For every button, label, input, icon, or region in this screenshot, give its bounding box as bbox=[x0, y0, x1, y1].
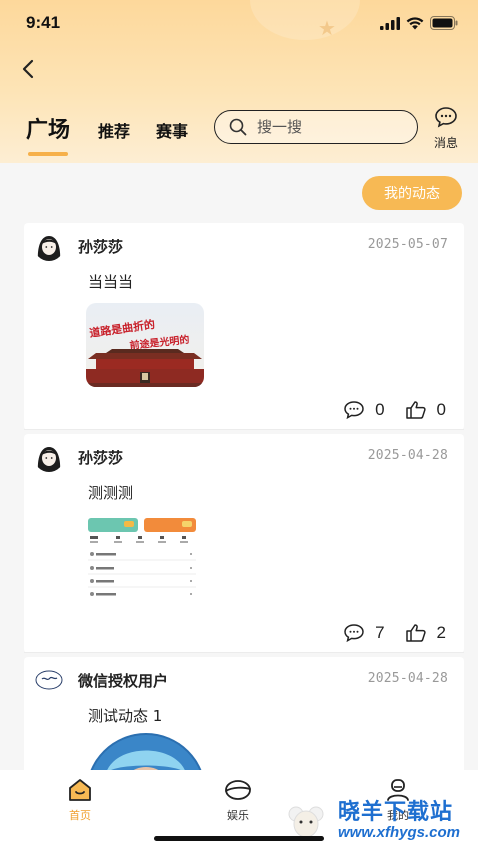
comment-count: 7 bbox=[375, 623, 385, 642]
messages-label: 消息 bbox=[433, 136, 458, 150]
tab-plaza[interactable]: 广场 bbox=[26, 112, 70, 156]
post-text: 测试动态 1 bbox=[88, 707, 163, 725]
post-text: 测测测 bbox=[88, 484, 134, 502]
status-icons bbox=[380, 15, 458, 31]
status-time: 9:41 bbox=[26, 13, 61, 32]
post-card[interactable]: 孙莎莎 2025-04-28 测测测 7 2 bbox=[24, 434, 464, 653]
avatar[interactable] bbox=[34, 442, 64, 472]
nav-home-label: 首页 bbox=[69, 809, 91, 822]
nav-entertainment[interactable]: 娱乐 bbox=[208, 778, 268, 823]
wifi-icon bbox=[406, 16, 424, 29]
post-card[interactable]: 微信授权用户 2025-04-28 测试动态 1 bbox=[24, 657, 464, 773]
messages-button[interactable]: 消息 bbox=[428, 106, 464, 151]
like-button[interactable]: 0 bbox=[405, 400, 446, 420]
post-text: 当当当 bbox=[88, 273, 134, 291]
tab-bar: 广场 推荐 赛事 bbox=[26, 112, 188, 156]
tab-events[interactable]: 赛事 bbox=[156, 118, 188, 142]
post-date: 2025-04-28 bbox=[367, 448, 448, 463]
post-stats: 7 2 bbox=[323, 623, 446, 643]
tiananmen-photo: 道路是曲折的 前途是光明的 bbox=[86, 303, 204, 387]
status-bar: 9:41 bbox=[0, 0, 478, 48]
battery-icon bbox=[430, 16, 458, 30]
watermark-title: 晓羊下载站 bbox=[338, 800, 454, 825]
avatar[interactable] bbox=[34, 231, 64, 261]
home-icon bbox=[69, 779, 91, 801]
post-date: 2025-04-28 bbox=[367, 671, 448, 686]
search-input[interactable] bbox=[257, 118, 397, 136]
like-count: 2 bbox=[436, 623, 446, 642]
thumbs-up-icon bbox=[405, 624, 426, 642]
character-art bbox=[86, 733, 206, 773]
comment-icon bbox=[344, 624, 364, 643]
post-list: 孙莎莎 2025-05-07 当当当 道路是曲折的 前途是光明的 0 0 孙莎莎… bbox=[24, 223, 464, 773]
post-divider bbox=[24, 652, 464, 653]
tab-recommend[interactable]: 推荐 bbox=[98, 118, 130, 142]
avatar[interactable] bbox=[34, 665, 64, 695]
chevron-left-icon bbox=[22, 59, 34, 79]
post-username[interactable]: 孙莎莎 bbox=[78, 236, 123, 257]
avatar-logo-icon bbox=[34, 665, 64, 695]
avatar-girl-icon bbox=[34, 231, 64, 261]
search-icon bbox=[229, 118, 247, 136]
watermark: 晓羊下载站 www.xfhygs.com bbox=[278, 790, 478, 850]
comment-icon bbox=[344, 401, 364, 420]
post-image-character[interactable] bbox=[86, 733, 206, 773]
feed-area[interactable]: 我的动态 孙莎莎 2025-05-07 当当当 道路是曲折的 前途是光明的 0 … bbox=[0, 163, 478, 773]
app-screenshot-thumbnail bbox=[86, 514, 198, 606]
planet-icon bbox=[225, 780, 251, 800]
signal-icon bbox=[380, 16, 400, 30]
like-button[interactable]: 2 bbox=[405, 623, 446, 643]
home-indicator[interactable] bbox=[154, 836, 324, 841]
comment-count: 0 bbox=[375, 400, 385, 419]
post-username[interactable]: 孙莎莎 bbox=[78, 447, 123, 468]
post-username[interactable]: 微信授权用户 bbox=[78, 670, 168, 691]
comment-button[interactable]: 0 bbox=[343, 400, 385, 420]
post-divider bbox=[24, 429, 464, 430]
like-count: 0 bbox=[436, 400, 446, 419]
post-card[interactable]: 孙莎莎 2025-05-07 当当当 道路是曲折的 前途是光明的 0 0 bbox=[24, 223, 464, 430]
chat-bubble-icon bbox=[435, 107, 457, 128]
post-stats: 0 0 bbox=[323, 400, 446, 420]
search-box[interactable] bbox=[214, 110, 418, 144]
post-image-tiananmen[interactable]: 道路是曲折的 前途是光明的 bbox=[86, 303, 204, 387]
back-button[interactable] bbox=[14, 54, 44, 84]
comment-button[interactable]: 7 bbox=[343, 623, 385, 643]
nav-entertainment-label: 娱乐 bbox=[227, 809, 249, 822]
nav-home[interactable]: 首页 bbox=[50, 778, 110, 823]
watermark-url: www.xfhygs.com bbox=[338, 824, 460, 841]
thumbs-up-icon bbox=[405, 401, 426, 419]
avatar-girl-icon bbox=[34, 442, 64, 472]
post-date: 2025-05-07 bbox=[367, 237, 448, 252]
post-image-app-screenshot[interactable] bbox=[86, 514, 198, 606]
my-posts-button[interactable]: 我的动态 bbox=[362, 176, 462, 210]
